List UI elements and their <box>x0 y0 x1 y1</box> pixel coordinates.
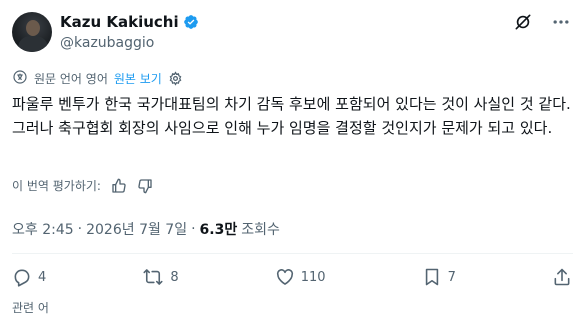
gear-icon[interactable] <box>168 71 183 86</box>
reply-icon <box>12 267 32 287</box>
tweet-text: 파울루 벤투가 한국 국가대표팀의 차기 감독 후보에 포함되어 있다는 것이 … <box>12 95 576 137</box>
rate-translation-label: 이 번역 평가하기: <box>12 179 101 193</box>
reply-button[interactable]: 4 <box>12 267 46 287</box>
thumbs-down-icon[interactable] <box>137 178 153 194</box>
author-handle[interactable]: @kazubaggio <box>60 35 154 51</box>
bookmark-count: 7 <box>447 269 456 285</box>
action-bar: 4 8 110 7 <box>12 267 572 287</box>
meta-separator-2: · <box>191 221 196 237</box>
meta-separator: · <box>77 221 83 237</box>
rate-translation-row: 이 번역 평가하기: <box>12 177 153 194</box>
show-original-link[interactable]: 원본 보기 <box>114 70 162 87</box>
grok-icon[interactable] <box>513 12 533 32</box>
like-count: 110 <box>300 269 326 285</box>
more-dots-icon[interactable] <box>551 12 571 32</box>
verified-badge-icon <box>183 14 199 30</box>
translation-language-note: 원문 언어 영어 <box>34 72 108 86</box>
related-section-peek: 관련 어 <box>12 301 49 315</box>
tweet-date[interactable]: 2026년 7월 7일 <box>86 219 187 239</box>
bookmark-icon <box>422 267 442 287</box>
translation-note: 원문 언어 영어 원본 보기 <box>12 69 183 88</box>
reply-count: 4 <box>38 269 47 285</box>
share-button[interactable] <box>552 267 572 287</box>
avatar[interactable] <box>12 12 52 52</box>
share-icon <box>552 267 572 287</box>
header-actions <box>513 12 571 32</box>
author-display-name[interactable]: Kazu Kakiuchi <box>60 13 179 31</box>
tweet-meta: 오후 2:45 · 2026년 7월 7일 · 6.3만 조회수 <box>12 219 280 239</box>
repost-button[interactable]: 8 <box>142 267 179 287</box>
views-count: 6.3만 <box>199 222 238 238</box>
views-label: 조회수 <box>241 222 280 238</box>
bookmark-button[interactable]: 7 <box>422 267 456 287</box>
tweet-time[interactable]: 오후 2:45 <box>12 219 74 239</box>
translate-icon <box>12 69 28 88</box>
repost-count: 8 <box>170 269 179 285</box>
thumbs-up-icon[interactable] <box>111 178 127 194</box>
avatar-body <box>18 36 48 52</box>
like-button[interactable]: 110 <box>275 267 326 287</box>
author-name-row[interactable]: Kazu Kakiuchi <box>60 13 199 31</box>
avatar-face <box>26 20 40 36</box>
divider <box>12 253 573 254</box>
heart-icon <box>275 267 295 287</box>
repost-icon <box>142 267 164 287</box>
